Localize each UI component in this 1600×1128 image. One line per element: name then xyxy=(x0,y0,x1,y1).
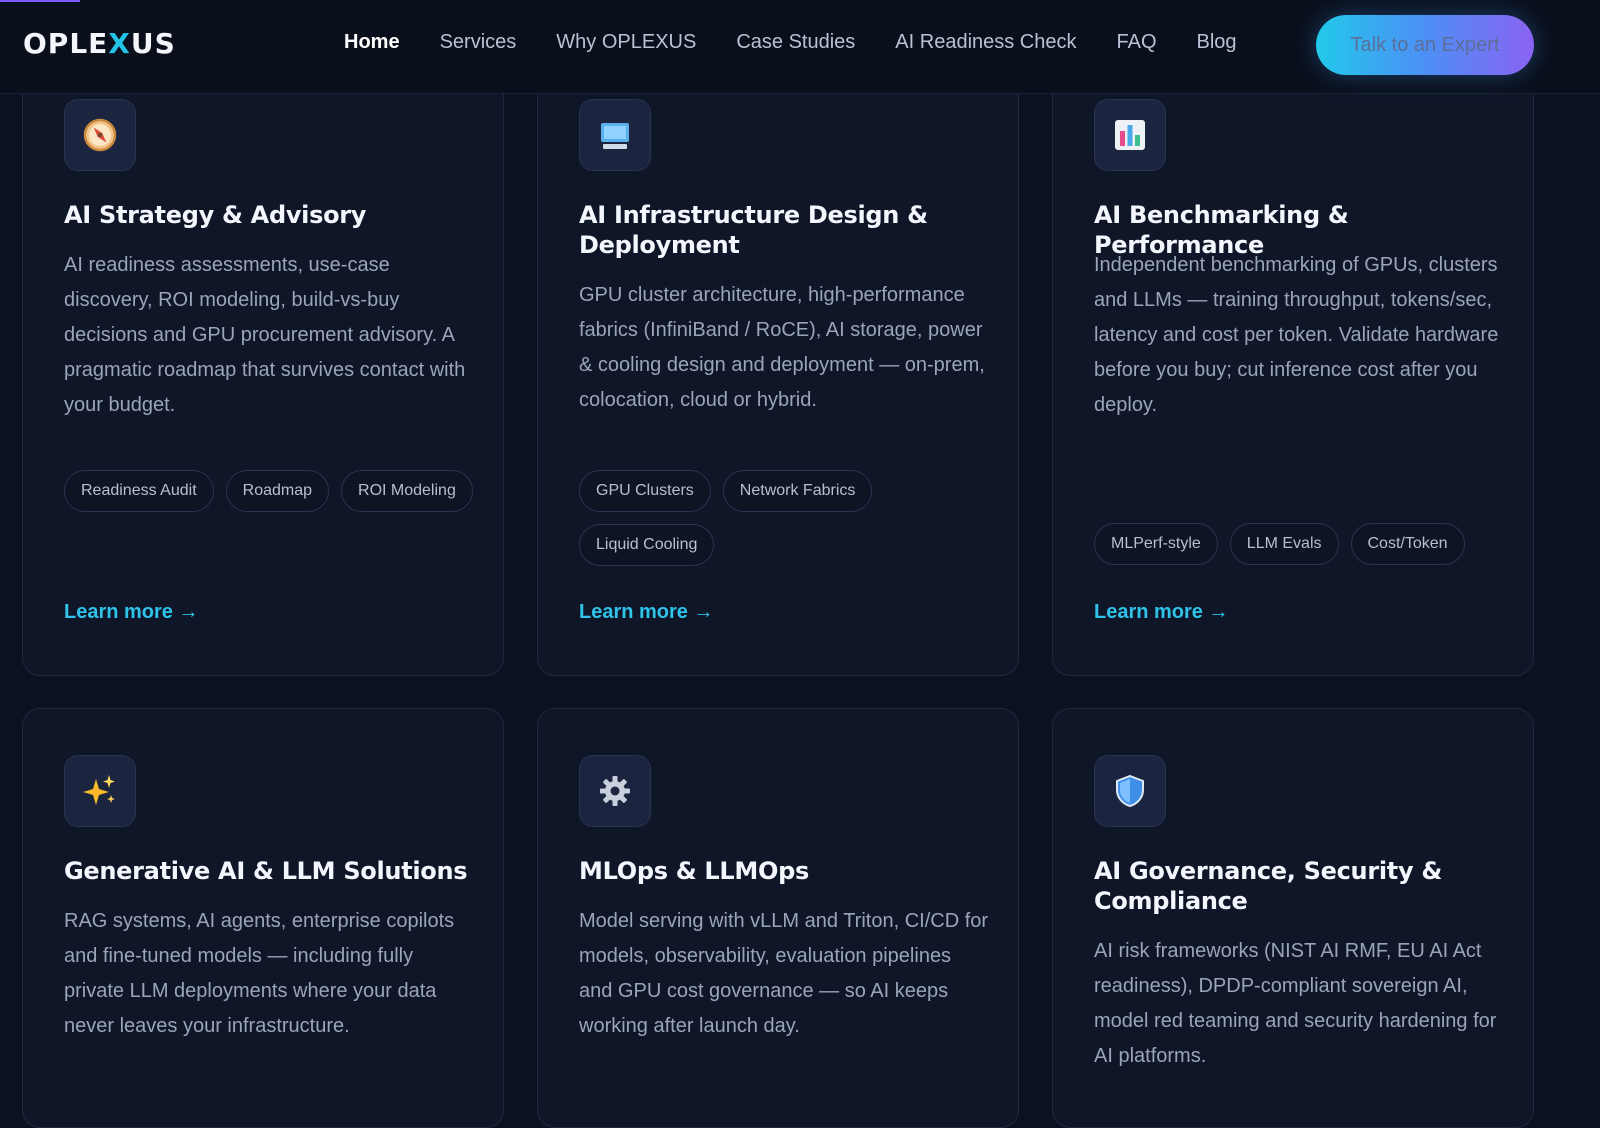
computer-icon xyxy=(579,99,651,171)
nav-item-services[interactable]: Services xyxy=(440,31,517,54)
tag: Roadmap xyxy=(225,470,330,512)
card-title: Generative AI & LLM Solutions xyxy=(64,857,468,885)
tag-list: GPU Clusters Network Fabrics Liquid Cool… xyxy=(579,470,999,566)
shield-icon xyxy=(1094,755,1166,827)
nav-item-why-oplexus[interactable]: Why OPLEXUS xyxy=(556,31,696,54)
learn-more-link[interactable]: Learn more → xyxy=(64,601,198,624)
tag: Network Fabrics xyxy=(722,470,873,512)
service-card-ai-strategy: AI Strategy & Advisory AI readiness asse… xyxy=(22,60,504,676)
service-card-mlops: MLOps & LLMOps Model serving with vLLM a… xyxy=(537,708,1019,1128)
tag-list: Readiness Audit Roadmap ROI Modeling xyxy=(64,470,484,512)
logo-accent: X xyxy=(108,27,131,60)
card-description: RAG systems, AI agents, enterprise copil… xyxy=(64,910,455,1037)
card-title: AI Infrastructure Design & Deployment xyxy=(579,201,928,259)
tag: Readiness Audit xyxy=(64,470,214,512)
card-title: AI Strategy & Advisory xyxy=(64,201,367,229)
sparkles-icon xyxy=(64,755,136,827)
tag: ROI Modeling xyxy=(341,470,473,512)
card-description: Independent benchmarking of GPUs, cluste… xyxy=(1094,254,1499,416)
tag-list: MLPerf-style LLM Evals Cost/Token xyxy=(1094,523,1514,565)
service-card-ai-governance: AI Governance, Security & Compliance AI … xyxy=(1052,708,1534,1128)
card-description: Model serving with vLLM and Triton, CI/C… xyxy=(579,910,989,1037)
tag: GPU Clusters xyxy=(579,470,711,512)
service-card-generative-ai: Generative AI & LLM Solutions RAG system… xyxy=(22,708,504,1128)
card-title: AI Governance, Security & Compliance xyxy=(1094,857,1442,915)
tag: MLPerf-style xyxy=(1094,523,1218,565)
main-nav: Home Services Why OPLEXUS Case Studies A… xyxy=(344,31,1237,54)
card-title: MLOps & LLMOps xyxy=(579,857,809,885)
talk-to-expert-button[interactable]: Talk to an Expert xyxy=(1316,15,1534,75)
scroll-progress-bar xyxy=(0,0,80,2)
services-grid: AI Strategy & Advisory AI readiness asse… xyxy=(0,0,1600,1128)
card-description: AI readiness assessments, use-case disco… xyxy=(64,254,466,416)
nav-item-home[interactable]: Home xyxy=(344,31,400,54)
logo-text: US xyxy=(130,27,176,60)
nav-item-blog[interactable]: Blog xyxy=(1197,31,1237,54)
logo-text: OPLE xyxy=(23,27,109,60)
logo[interactable]: OPLEXUS xyxy=(23,27,176,60)
card-description: GPU cluster architecture, high-performan… xyxy=(579,284,985,411)
bar-chart-icon xyxy=(1094,99,1166,171)
nav-item-faq[interactable]: FAQ xyxy=(1117,31,1157,54)
nav-item-case-studies[interactable]: Case Studies xyxy=(736,31,855,54)
gear-icon xyxy=(579,755,651,827)
tag: Liquid Cooling xyxy=(579,524,715,566)
service-card-ai-infrastructure: AI Infrastructure Design & Deployment GP… xyxy=(537,60,1019,676)
compass-icon xyxy=(64,99,136,171)
learn-more-link[interactable]: Learn more → xyxy=(1094,601,1228,624)
nav-item-ai-readiness-check[interactable]: AI Readiness Check xyxy=(895,31,1076,54)
service-card-ai-benchmarking: AI Benchmarking & Performance Independen… xyxy=(1052,60,1534,676)
card-description: AI risk frameworks (NIST AI RMF, EU AI A… xyxy=(1094,940,1497,1067)
tag: Cost/Token xyxy=(1350,523,1465,565)
tag: LLM Evals xyxy=(1229,523,1339,565)
learn-more-link[interactable]: Learn more → xyxy=(579,601,713,624)
site-header: OPLEXUS Home Services Why OPLEXUS Case S… xyxy=(0,0,1600,94)
